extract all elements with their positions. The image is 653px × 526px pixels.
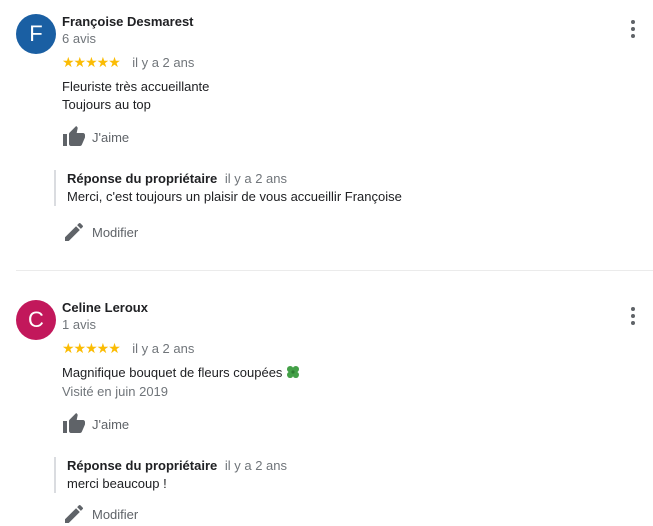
review-age: il y a 2 ans: [132, 341, 195, 357]
review-text-line: Magnifique bouquet de fleurs coupées: [62, 364, 301, 382]
review-divider: [16, 270, 653, 271]
reply-text: merci beaucoup !: [67, 476, 167, 491]
visit-date: Visité en juin 2019: [62, 384, 169, 399]
review-age: il y a 2 ans: [132, 55, 195, 71]
like-label: J'aime: [92, 416, 130, 432]
avatar-letter: C: [28, 307, 44, 332]
edit-label: Modifier: [92, 506, 139, 522]
more-options-icon[interactable]: [626, 307, 640, 327]
reply-age: il y a 2 ans: [224, 458, 288, 473]
owner-reply: Réponse du propriétaire il y a 2 ans Mer…: [54, 170, 627, 206]
star-rating: ★★★★★: [62, 54, 121, 71]
author-name[interactable]: Françoise Desmarest: [62, 14, 194, 29]
review-count: 6 avis: [62, 31, 96, 46]
review-text-line: Toujours au top: [62, 97, 151, 112]
reply-text: Merci, c'est toujours un plaisir de vous…: [67, 189, 402, 204]
reply-title: Réponse du propriétaire: [67, 171, 218, 186]
pencil-icon: [65, 504, 84, 523]
review-text-line: Fleuriste très accueillante: [62, 79, 210, 94]
reply-title: Réponse du propriétaire: [67, 458, 218, 473]
four-leaf-clover-icon: [287, 366, 300, 378]
author-name[interactable]: Celine Leroux: [62, 300, 148, 315]
star-rating: ★★★★★: [62, 340, 121, 357]
thumbs-up-icon: [63, 413, 85, 433]
rating-row: ★★★★★ il y a 2 ans: [62, 340, 195, 357]
avatar[interactable]: C: [16, 300, 56, 340]
review-count: 1 avis: [62, 317, 96, 332]
thumbs-up-icon: [63, 126, 85, 146]
edit-label: Modifier: [92, 224, 139, 240]
rating-row: ★★★★★ il y a 2 ans: [62, 54, 195, 71]
reply-age: il y a 2 ans: [224, 171, 288, 186]
more-options-icon[interactable]: [626, 20, 640, 40]
like-button[interactable]: J'aime: [62, 125, 129, 149]
like-button[interactable]: J'aime: [62, 412, 129, 436]
like-label: J'aime: [92, 129, 130, 145]
avatar-letter: F: [29, 21, 43, 46]
avatar[interactable]: F: [16, 14, 56, 54]
edit-reply-button[interactable]: Modifier: [62, 220, 138, 244]
pencil-icon: [65, 222, 84, 241]
edit-reply-button[interactable]: Modifier: [62, 502, 138, 526]
review-text: Magnifique bouquet de fleurs coupées: [62, 365, 283, 380]
owner-reply: Réponse du propriétaire il y a 2 ans mer…: [54, 457, 627, 493]
